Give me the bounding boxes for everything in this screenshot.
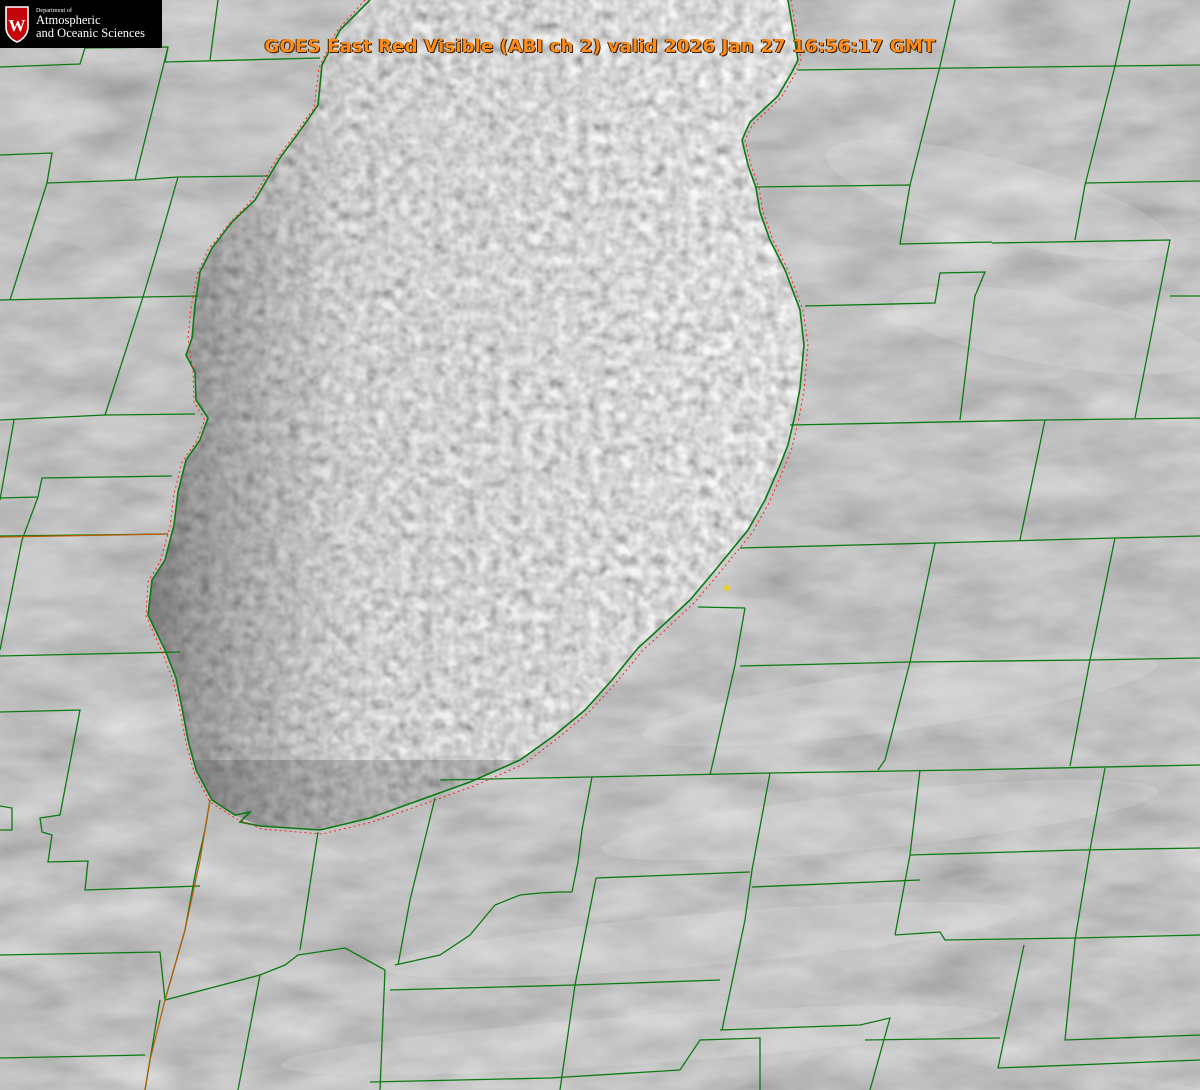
aos-logo: W Department of Atmospheric and Oceanic … bbox=[0, 0, 162, 48]
logo-line2: and Oceanic Sciences bbox=[36, 26, 145, 41]
satellite-map-viewer: W Department of Atmospheric and Oceanic … bbox=[0, 0, 1200, 1090]
logo-letter: W bbox=[9, 16, 26, 35]
logo-text: Department of Atmospheric and Oceanic Sc… bbox=[36, 8, 145, 41]
satellite-map bbox=[0, 0, 1200, 1090]
university-shield-w-icon: W bbox=[5, 6, 29, 43]
station-marker-icon bbox=[724, 585, 730, 591]
